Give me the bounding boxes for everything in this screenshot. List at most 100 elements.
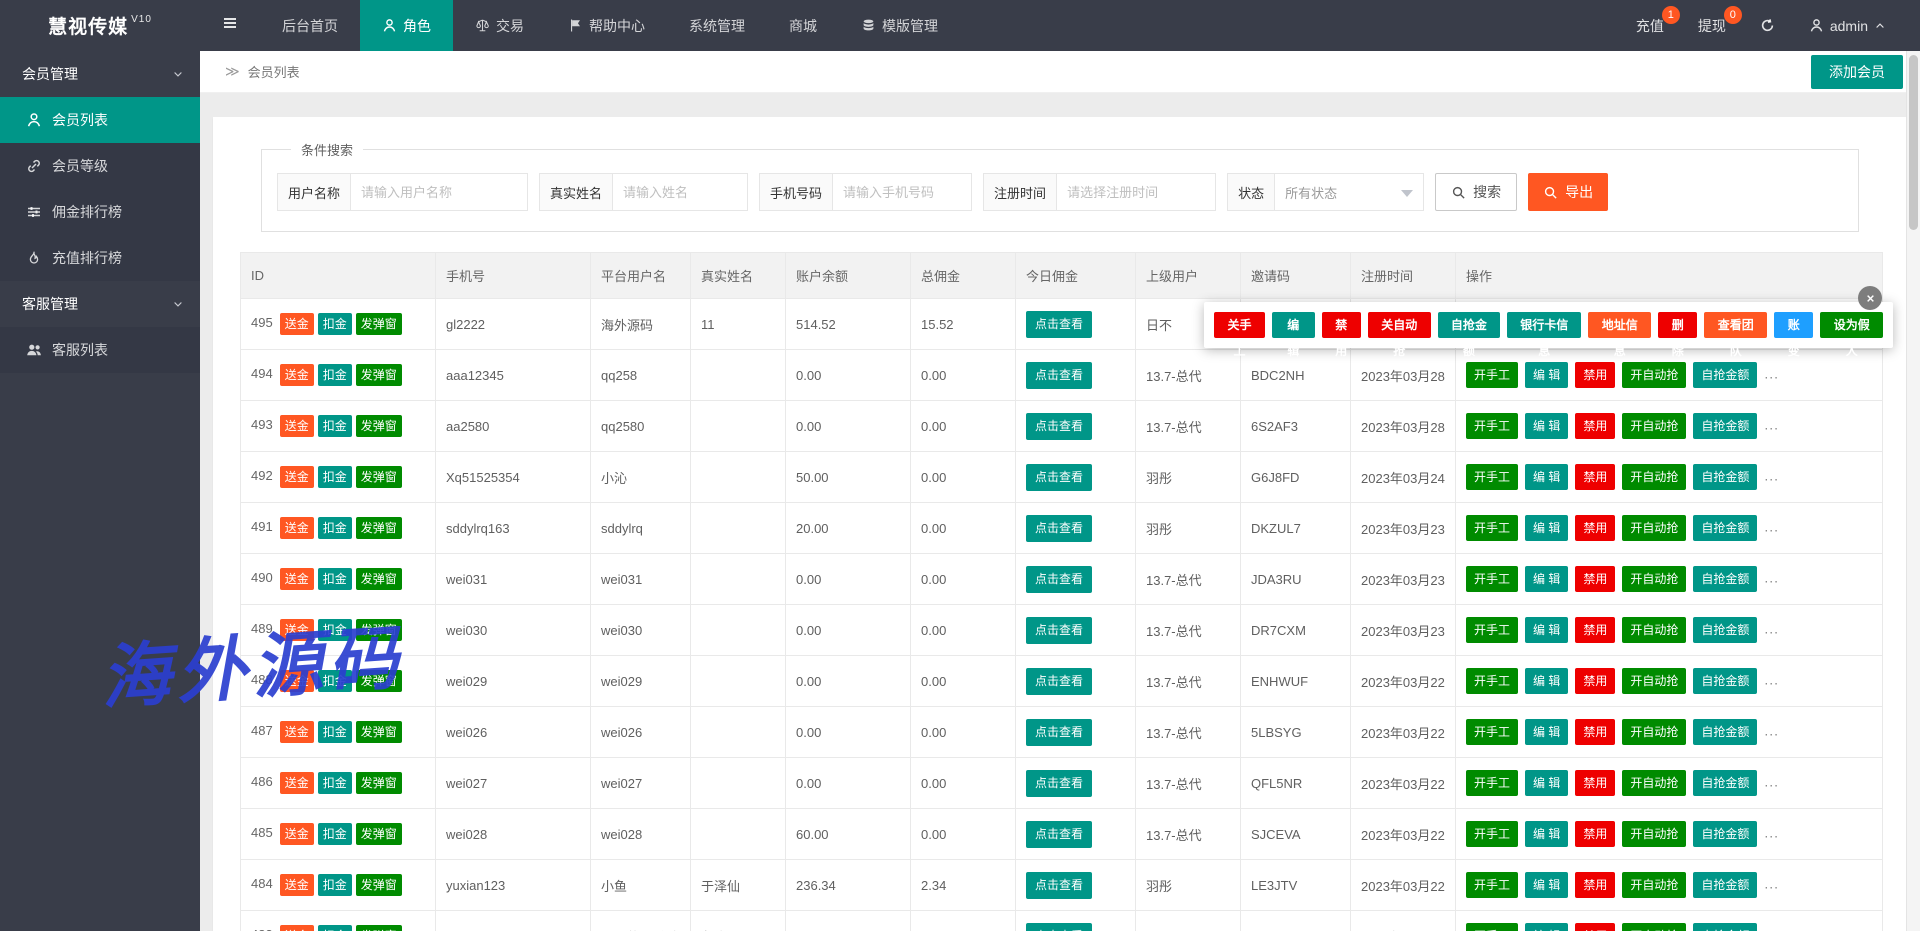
send-gold-button[interactable]: 送金 <box>280 517 314 539</box>
edit-button[interactable]: 编 辑 <box>1525 872 1568 898</box>
manual-on-button[interactable]: 开手工 <box>1466 413 1518 439</box>
sidebar-item-member-list[interactable]: 会员列表 <box>0 97 200 143</box>
admin-user-menu[interactable]: admin <box>1809 18 1886 34</box>
manual-on-button[interactable]: 开手工 <box>1466 821 1518 847</box>
realname-input[interactable] <box>612 173 748 211</box>
view-today-commission-button[interactable]: 点击查看 <box>1026 413 1092 440</box>
disable-button[interactable]: 禁用 <box>1575 464 1615 490</box>
deduct-gold-button[interactable]: 扣金 <box>318 721 352 743</box>
register-time-input[interactable] <box>1056 173 1216 211</box>
view-today-commission-button[interactable]: 点击查看 <box>1026 464 1092 491</box>
manual-off-button[interactable]: 关手工 <box>1214 312 1265 338</box>
more-actions-button[interactable]: ... <box>1764 620 1779 636</box>
export-button[interactable]: 导出 <box>1528 173 1608 211</box>
disable-button[interactable]: 禁用 <box>1575 362 1615 388</box>
auto-grab-on-button[interactable]: 开自动抢 <box>1622 719 1686 745</box>
deduct-gold-button[interactable]: 扣金 <box>318 364 352 386</box>
send-popup-button[interactable]: 发弹窗 <box>356 619 402 641</box>
edit-button[interactable]: 编 辑 <box>1525 362 1568 388</box>
send-gold-button[interactable]: 送金 <box>280 313 314 335</box>
auto-grab-on-button[interactable]: 开自动抢 <box>1622 821 1686 847</box>
deduct-gold-button[interactable]: 扣金 <box>318 670 352 692</box>
disable-button[interactable]: 禁用 <box>1575 719 1615 745</box>
view-today-commission-button[interactable]: 点击查看 <box>1026 362 1092 389</box>
sidebar-group-member-management[interactable]: 会员管理 <box>0 51 200 97</box>
send-gold-button[interactable]: 送金 <box>280 670 314 692</box>
send-popup-button[interactable]: 发弹窗 <box>356 670 402 692</box>
auto-grab-on-button[interactable]: 开自动抢 <box>1622 362 1686 388</box>
more-actions-button[interactable]: ... <box>1764 671 1779 687</box>
manual-on-button[interactable]: 开手工 <box>1466 464 1518 490</box>
manual-on-button[interactable]: 开手工 <box>1466 770 1518 796</box>
sidebar-group-service-management[interactable]: 客服管理 <box>0 281 200 327</box>
deduct-gold-button[interactable]: 扣金 <box>318 874 352 896</box>
more-actions-button[interactable]: ... <box>1764 365 1779 381</box>
self-grab-amount-button[interactable]: 自抢金额 <box>1693 617 1757 643</box>
view-today-commission-button[interactable]: 点击查看 <box>1026 770 1092 797</box>
topnav-template[interactable]: 模版管理 <box>839 0 960 51</box>
topnav-help-center[interactable]: 帮助中心 <box>546 0 667 51</box>
collapse-menu-button[interactable] <box>200 0 260 51</box>
recharge-link[interactable]: 充值1 <box>1636 16 1664 36</box>
auto-grab-on-button[interactable]: 开自动抢 <box>1622 464 1686 490</box>
deduct-gold-button[interactable]: 扣金 <box>318 772 352 794</box>
self-grab-amount-button[interactable]: 自抢金额 <box>1693 362 1757 388</box>
disable-button[interactable]: 禁用 <box>1575 617 1615 643</box>
edit-button[interactable]: 编 辑 <box>1525 515 1568 541</box>
send-popup-button[interactable]: 发弹窗 <box>356 364 402 386</box>
deduct-gold-button[interactable]: 扣金 <box>318 823 352 845</box>
send-gold-button[interactable]: 送金 <box>280 721 314 743</box>
send-popup-button[interactable]: 发弹窗 <box>356 772 402 794</box>
send-popup-button[interactable]: 发弹窗 <box>356 568 402 590</box>
manual-on-button[interactable]: 开手工 <box>1466 923 1518 931</box>
view-today-commission-button[interactable]: 点击查看 <box>1026 311 1092 338</box>
auto-grab-on-button[interactable]: 开自动抢 <box>1622 413 1686 439</box>
more-actions-button[interactable]: ... <box>1764 875 1779 891</box>
disable-button[interactable]: 禁用 <box>1575 821 1615 847</box>
topnav-role[interactable]: 角色 <box>360 0 453 51</box>
view-today-commission-button[interactable]: 点击查看 <box>1026 668 1092 695</box>
add-member-button[interactable]: 添加会员 <box>1811 55 1903 89</box>
sidebar-item-member-level[interactable]: 会员等级 <box>0 143 200 189</box>
deduct-gold-button[interactable]: 扣金 <box>318 466 352 488</box>
self-grab-amount-button[interactable]: 自抢金额 <box>1438 312 1501 338</box>
more-actions-button[interactable]: ... <box>1764 722 1779 738</box>
edit-button[interactable]: 编 辑 <box>1525 617 1568 643</box>
auto-grab-on-button[interactable]: 开自动抢 <box>1622 566 1686 592</box>
self-grab-amount-button[interactable]: 自抢金额 <box>1693 719 1757 745</box>
sidebar-item-recharge-ranking[interactable]: 充值排行榜 <box>0 235 200 281</box>
send-gold-button[interactable]: 送金 <box>280 415 314 437</box>
deduct-gold-button[interactable]: 扣金 <box>318 415 352 437</box>
view-today-commission-button[interactable]: 点击查看 <box>1026 617 1092 644</box>
self-grab-amount-button[interactable]: 自抢金额 <box>1693 821 1757 847</box>
send-popup-button[interactable]: 发弹窗 <box>356 415 402 437</box>
auto-grab-off-button[interactable]: 关自动抢 <box>1368 312 1431 338</box>
topnav-home[interactable]: 后台首页 <box>260 0 360 51</box>
deduct-gold-button[interactable]: 扣金 <box>318 313 352 335</box>
close-icon[interactable] <box>1858 286 1882 310</box>
disable-button[interactable]: 禁用 <box>1575 566 1615 592</box>
send-gold-button[interactable]: 送金 <box>280 619 314 641</box>
send-popup-button[interactable]: 发弹窗 <box>356 721 402 743</box>
edit-button[interactable]: 编 辑 <box>1525 464 1568 490</box>
manual-on-button[interactable]: 开手工 <box>1466 617 1518 643</box>
self-grab-amount-button[interactable]: 自抢金额 <box>1693 872 1757 898</box>
send-gold-button[interactable]: 送金 <box>280 925 314 931</box>
topnav-system[interactable]: 系统管理 <box>667 0 767 51</box>
bank-card-info-button[interactable]: 银行卡信息 <box>1507 312 1581 338</box>
deduct-gold-button[interactable]: 扣金 <box>318 619 352 641</box>
send-popup-button[interactable]: 发弹窗 <box>356 517 402 539</box>
phone-input[interactable] <box>832 173 972 211</box>
edit-button[interactable]: 编 辑 <box>1272 312 1315 338</box>
disable-button[interactable]: 禁用 <box>1575 668 1615 694</box>
scrollbar-thumb[interactable] <box>1909 55 1918 230</box>
disable-button[interactable]: 禁用 <box>1575 923 1615 931</box>
disable-button[interactable]: 禁用 <box>1322 312 1361 338</box>
topnav-trade[interactable]: 交易 <box>453 0 546 51</box>
edit-button[interactable]: 编 辑 <box>1525 413 1568 439</box>
view-team-button[interactable]: 查看团队 <box>1704 312 1767 338</box>
self-grab-amount-button[interactable]: 自抢金额 <box>1693 770 1757 796</box>
send-gold-button[interactable]: 送金 <box>280 364 314 386</box>
sidebar-item-service-list[interactable]: 客服列表 <box>0 327 200 373</box>
deduct-gold-button[interactable]: 扣金 <box>318 925 352 931</box>
